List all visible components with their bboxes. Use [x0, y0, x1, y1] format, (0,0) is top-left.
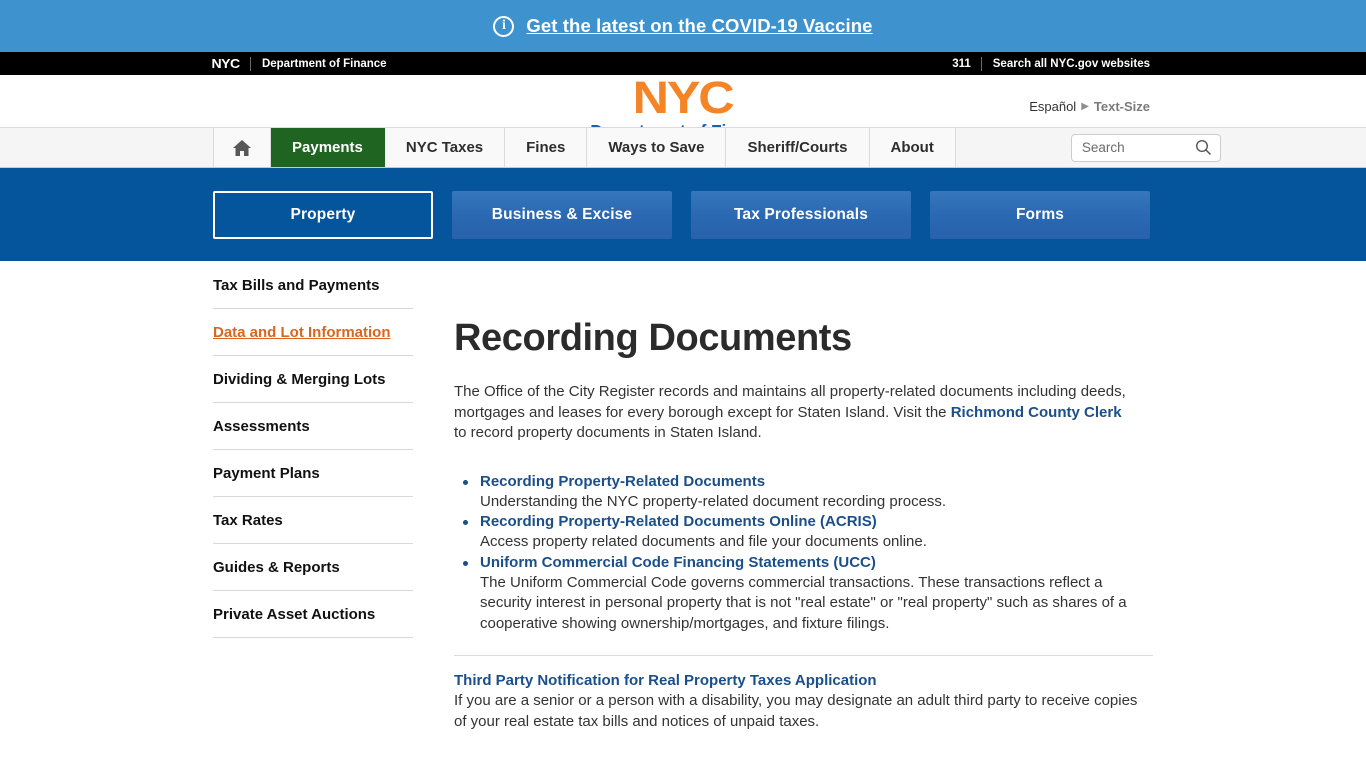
sidebar-item-label: Assessments [213, 418, 310, 435]
page-title: Recording Documents [454, 317, 852, 359]
nav-item-label: Payments [292, 139, 363, 156]
link-recording-documents-online-acris[interactable]: Recording Property-Related Documents Onl… [480, 512, 1153, 532]
language-tools: Español ▶ Text-Size [1029, 99, 1150, 114]
sidebar-item-payment-plans[interactable]: Payment Plans [213, 450, 413, 497]
list-item-description: Understanding the NYC property-related d… [480, 492, 947, 510]
link-third-party-notification[interactable]: Third Party Notification for Real Proper… [454, 672, 1153, 689]
document-links-list: Recording Property-Related Documents Und… [454, 472, 1153, 635]
subnav-tab-forms[interactable]: Forms [930, 190, 1150, 239]
sidebar-item-tax-bills-and-payments[interactable]: Tax Bills and Payments [213, 277, 413, 309]
nav-item-label: Ways to Save [608, 139, 705, 156]
logo-band: NYC Department of Finance Español ▶ Text… [0, 72, 1366, 141]
caret-right-icon: ▶ [1081, 101, 1089, 112]
sidebar-item-label: Private Asset Auctions [213, 606, 376, 623]
search-area [1070, 128, 1221, 167]
logo-nyc-text: NYC [633, 72, 735, 123]
list-item-description: Access property related documents and fi… [480, 533, 927, 550]
text-size-link[interactable]: Text-Size [1094, 99, 1150, 114]
property-subnav: Property Business & Excise Tax Professio… [0, 168, 1366, 261]
link-recording-property-related-documents[interactable]: Recording Property-Related Documents [480, 472, 1153, 492]
subnav-tab-business-excise[interactable]: Business & Excise [452, 190, 672, 239]
info-circle-icon: i [493, 15, 515, 37]
sidebar-item-label: Dividing & Merging Lots [213, 371, 386, 388]
list-item-description: The Uniform Commercial Code governs comm… [480, 573, 1127, 632]
main-column: Recording Documents The Office of the Ci… [413, 277, 1366, 732]
nav-item-about[interactable]: About [869, 128, 956, 167]
section-divider [454, 655, 1153, 656]
home-icon [233, 139, 251, 156]
richmond-county-clerk-link[interactable]: Richmond County Clerk [951, 404, 1122, 421]
nav-item-label: Fines [526, 139, 566, 156]
sidebar-item-tax-rates[interactable]: Tax Rates [213, 497, 413, 544]
nav-item-label: About [890, 139, 934, 156]
sidebar-item-dividing-merging-lots[interactable]: Dividing & Merging Lots [213, 356, 413, 403]
link-311[interactable]: 311 [952, 58, 981, 70]
link-uniform-commercial-code-ucc[interactable]: Uniform Commercial Code Financing Statem… [480, 553, 1153, 573]
sidebar-item-label: Guides & Reports [213, 559, 340, 576]
sidebar-item-label: Tax Bills and Payments [213, 277, 380, 294]
sidebar-item-label: Tax Rates [213, 512, 283, 529]
nav-item-label: NYC Taxes [405, 139, 484, 156]
magnifier-icon[interactable] [1195, 139, 1212, 156]
search-box[interactable] [1070, 133, 1221, 162]
nav-item-label: Sheriff/Courts [747, 139, 848, 156]
sidebar: Tax Bills and Payments Data and Lot Info… [213, 277, 413, 732]
sidebar-item-label: Payment Plans [213, 465, 320, 482]
subnav-tab-tax-professionals[interactable]: Tax Professionals [691, 190, 911, 239]
subnav-tab-label: Forms [1015, 205, 1065, 223]
utility-agency-label[interactable]: Department of Finance [251, 58, 387, 70]
covid-banner: i Get the latest on the COVID-19 Vaccine [0, 0, 1366, 52]
nav-item-nyc-taxes[interactable]: NYC Taxes [384, 128, 506, 167]
sidebar-item-guides-reports[interactable]: Guides & Reports [213, 544, 413, 591]
covid-vaccine-link[interactable]: Get the latest on the COVID-19 Vaccine [526, 15, 872, 37]
search-input[interactable] [1081, 140, 1192, 155]
nav-item-payments[interactable]: Payments [271, 128, 385, 167]
subnav-tab-property[interactable]: Property [213, 190, 433, 239]
utility-bar-right: 311 Search all NYC.gov websites [952, 52, 1150, 75]
utility-bar-left: NYC Department of Finance [212, 52, 387, 75]
espanol-link[interactable]: Español [1029, 99, 1076, 114]
subnav-tab-label: Tax Professionals [733, 205, 869, 223]
sidebar-item-label: Data and Lot Information [213, 324, 391, 341]
list-item: Recording Property-Related Documents Und… [454, 472, 1153, 513]
sidebar-item-assessments[interactable]: Assessments [213, 403, 413, 450]
search-all-nyc-link[interactable]: Search all NYC.gov websites [982, 58, 1150, 70]
subnav-tab-label: Business & Excise [491, 205, 633, 223]
sidebar-item-private-asset-auctions[interactable]: Private Asset Auctions [213, 591, 413, 638]
subnav-tab-label: Property [290, 205, 356, 223]
nav-item-ways-to-save[interactable]: Ways to Save [587, 128, 727, 167]
intro-paragraph: The Office of the City Register records … [454, 382, 1126, 444]
third-party-description: If you are a senior or a person with a d… [454, 692, 1138, 730]
nav-item-fines[interactable]: Fines [505, 128, 588, 167]
sidebar-item-data-and-lot-information[interactable]: Data and Lot Information [213, 309, 413, 356]
nav-item-sheriff-courts[interactable]: Sheriff/Courts [726, 128, 870, 167]
nyc-wordmark[interactable]: NYC [212, 56, 252, 71]
list-item: Recording Property-Related Documents Onl… [454, 512, 1153, 553]
intro-text-part2: to record property documents in Staten I… [454, 424, 762, 441]
nav-item-home[interactable] [213, 128, 271, 167]
main-navigation: Payments NYC Taxes Fines Ways to Save Sh… [0, 127, 1366, 168]
list-item: Uniform Commercial Code Financing Statem… [454, 553, 1153, 635]
content-area: Tax Bills and Payments Data and Lot Info… [0, 261, 1366, 732]
